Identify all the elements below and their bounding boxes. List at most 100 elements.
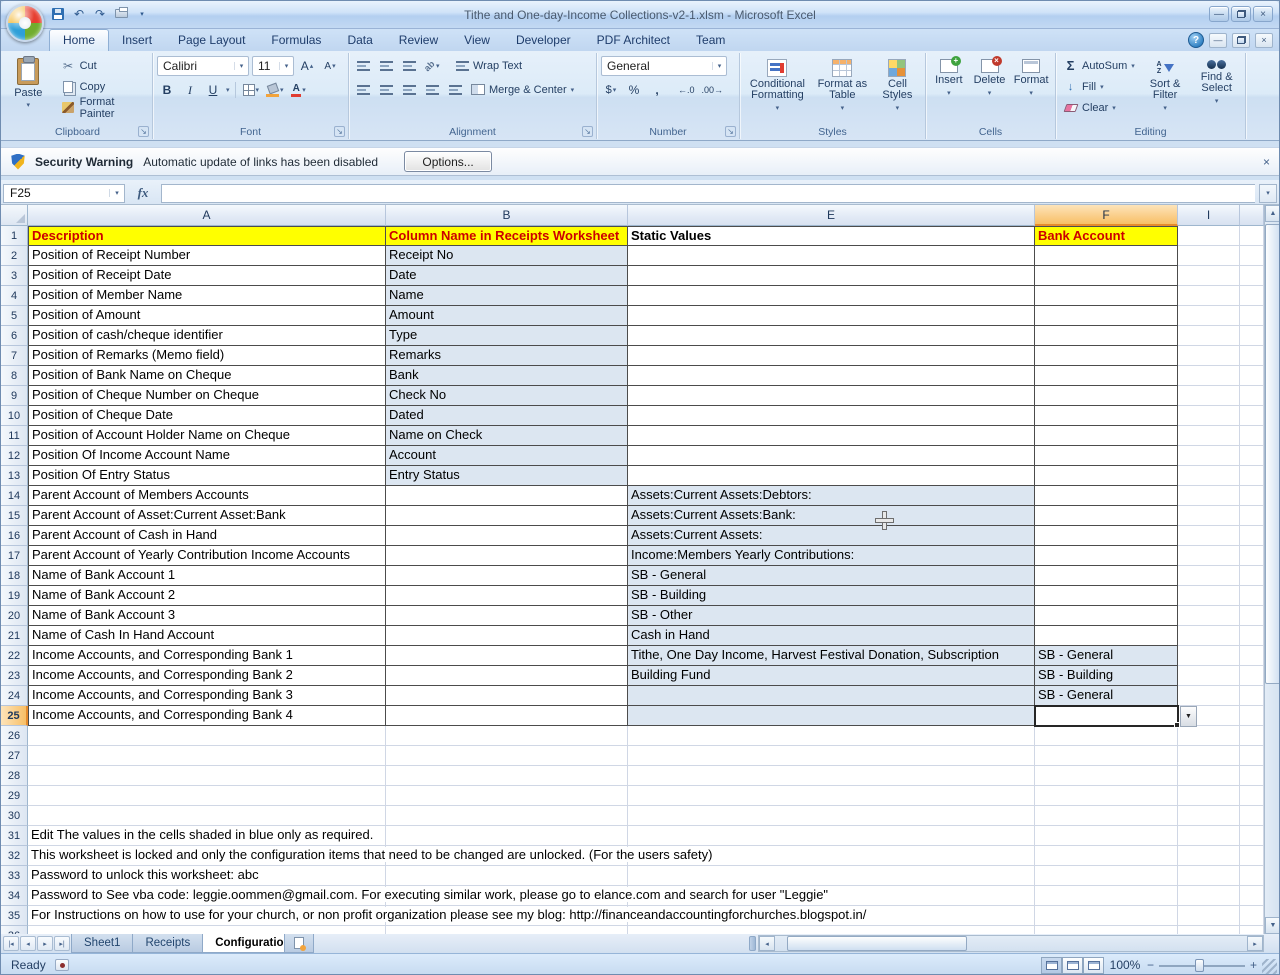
cell-F7[interactable]	[1035, 346, 1178, 366]
row-header-33[interactable]: 33	[1, 866, 28, 886]
cell-B9[interactable]: Check No	[386, 386, 628, 406]
cell-X10[interactable]	[1240, 406, 1264, 426]
cell-F9[interactable]	[1035, 386, 1178, 406]
cell-X12[interactable]	[1240, 446, 1264, 466]
find-select-button[interactable]: Find & Select ▾	[1192, 56, 1241, 107]
cell-B27[interactable]	[386, 746, 628, 766]
horizontal-scrollbar[interactable]: ◂ ▸	[758, 935, 1264, 952]
cell-A17[interactable]: Parent Account of Yearly Contribution In…	[28, 546, 386, 566]
cell-A4[interactable]: Position of Member Name	[28, 286, 386, 306]
cell-A13[interactable]: Position Of Entry Status	[28, 466, 386, 486]
cell-I18[interactable]	[1178, 566, 1240, 586]
ribbon-tab-view[interactable]: View	[451, 29, 503, 51]
row-header-34[interactable]: 34	[1, 886, 28, 906]
options-button[interactable]: Options...	[404, 151, 492, 172]
insert-cells-button[interactable]: Insert ▾	[930, 56, 968, 99]
cell-A9[interactable]: Position of Cheque Number on Cheque	[28, 386, 386, 406]
save-button[interactable]	[49, 5, 67, 22]
cell-X7[interactable]	[1240, 346, 1264, 366]
scroll-left-arrow[interactable]: ◂	[759, 936, 775, 951]
ribbon-tab-developer[interactable]: Developer	[503, 29, 584, 51]
cell-B17[interactable]	[386, 546, 628, 566]
sort-filter-button[interactable]: AZ Sort & Filter ▾	[1141, 56, 1190, 114]
message-bar-close-icon[interactable]: ×	[1263, 155, 1270, 169]
row-header-8[interactable]: 8	[1, 366, 28, 386]
cell-A20[interactable]: Name of Bank Account 3	[28, 606, 386, 626]
cell-X5[interactable]	[1240, 306, 1264, 326]
cell-I3[interactable]	[1178, 266, 1240, 286]
cell-A7[interactable]: Position of Remarks (Memo field)	[28, 346, 386, 366]
row-header-21[interactable]: 21	[1, 626, 28, 646]
cell-A32[interactable]: This worksheet is locked and only the co…	[28, 846, 386, 866]
cell-I33[interactable]	[1178, 866, 1240, 886]
row-header-28[interactable]: 28	[1, 766, 28, 786]
copy-button[interactable]: Copy	[58, 77, 148, 96]
cell-E20[interactable]: SB - Other	[628, 606, 1035, 626]
cell-I29[interactable]	[1178, 786, 1240, 806]
cell-X21[interactable]	[1240, 626, 1264, 646]
cell-X28[interactable]	[1240, 766, 1264, 786]
font-color-button[interactable]: A▾	[289, 81, 309, 99]
cell-I2[interactable]	[1178, 246, 1240, 266]
cell-E14[interactable]: Assets:Current Assets:Debtors:	[628, 486, 1035, 506]
row-header-17[interactable]: 17	[1, 546, 28, 566]
ribbon-tab-data[interactable]: Data	[334, 29, 385, 51]
cell-X23[interactable]	[1240, 666, 1264, 686]
cell-A12[interactable]: Position Of Income Account Name	[28, 446, 386, 466]
cell-I9[interactable]	[1178, 386, 1240, 406]
cell-I8[interactable]	[1178, 366, 1240, 386]
delete-cells-button[interactable]: Delete ▾	[971, 56, 1009, 99]
sheet-tab-receipts[interactable]: Receipts	[132, 934, 203, 953]
cell-I28[interactable]	[1178, 766, 1240, 786]
cell-B18[interactable]	[386, 566, 628, 586]
insert-worksheet-tab[interactable]	[284, 934, 314, 953]
cell-B20[interactable]	[386, 606, 628, 626]
ribbon-tab-review[interactable]: Review	[386, 29, 451, 51]
cell-X19[interactable]	[1240, 586, 1264, 606]
cell-F36[interactable]	[1035, 926, 1178, 934]
cell-E13[interactable]	[628, 466, 1035, 486]
vertical-scroll-thumb[interactable]	[1265, 224, 1280, 684]
cell-A26[interactable]	[28, 726, 386, 746]
cell-B5[interactable]: Amount	[386, 306, 628, 326]
fill-button[interactable]: ↓Fill▾	[1060, 77, 1138, 96]
last-sheet-button[interactable]: ▸|	[54, 936, 70, 951]
row-header-3[interactable]: 3	[1, 266, 28, 286]
cell-I32[interactable]	[1178, 846, 1240, 866]
horizontal-scroll-track[interactable]	[775, 936, 1247, 951]
cell-B10[interactable]: Dated	[386, 406, 628, 426]
cell-F31[interactable]	[1035, 826, 1178, 846]
cell-A18[interactable]: Name of Bank Account 1	[28, 566, 386, 586]
align-middle-button[interactable]	[376, 57, 396, 75]
row-header-5[interactable]: 5	[1, 306, 28, 326]
cell-B3[interactable]: Date	[386, 266, 628, 286]
cell-E9[interactable]	[628, 386, 1035, 406]
cell-X30[interactable]	[1240, 806, 1264, 826]
cell-A31[interactable]: Edit The values in the cells shaded in b…	[28, 826, 386, 846]
page-layout-view-button[interactable]	[1062, 957, 1083, 974]
cell-B24[interactable]	[386, 686, 628, 706]
cell-I5[interactable]	[1178, 306, 1240, 326]
decrease-indent-button[interactable]	[422, 81, 442, 99]
row-header-15[interactable]: 15	[1, 506, 28, 526]
cell-F28[interactable]	[1035, 766, 1178, 786]
cell-X20[interactable]	[1240, 606, 1264, 626]
font-name-select[interactable]: Calibri▾	[157, 56, 249, 76]
cell-B13[interactable]: Entry Status	[386, 466, 628, 486]
cell-F6[interactable]	[1035, 326, 1178, 346]
scroll-right-arrow[interactable]: ▸	[1247, 936, 1263, 951]
autosum-button[interactable]: ΣAutoSum▾	[1060, 56, 1138, 75]
cell-A27[interactable]	[28, 746, 386, 766]
cell-F29[interactable]	[1035, 786, 1178, 806]
cell-F19[interactable]	[1035, 586, 1178, 606]
cell-F1[interactable]: Bank Account	[1035, 226, 1178, 246]
cell-I36[interactable]	[1178, 926, 1240, 934]
row-header-13[interactable]: 13	[1, 466, 28, 486]
cell-F18[interactable]	[1035, 566, 1178, 586]
cell-X33[interactable]	[1240, 866, 1264, 886]
cell-E5[interactable]	[628, 306, 1035, 326]
cell-F35[interactable]	[1035, 906, 1178, 926]
cell-I19[interactable]	[1178, 586, 1240, 606]
cell-I16[interactable]	[1178, 526, 1240, 546]
cell-B26[interactable]	[386, 726, 628, 746]
